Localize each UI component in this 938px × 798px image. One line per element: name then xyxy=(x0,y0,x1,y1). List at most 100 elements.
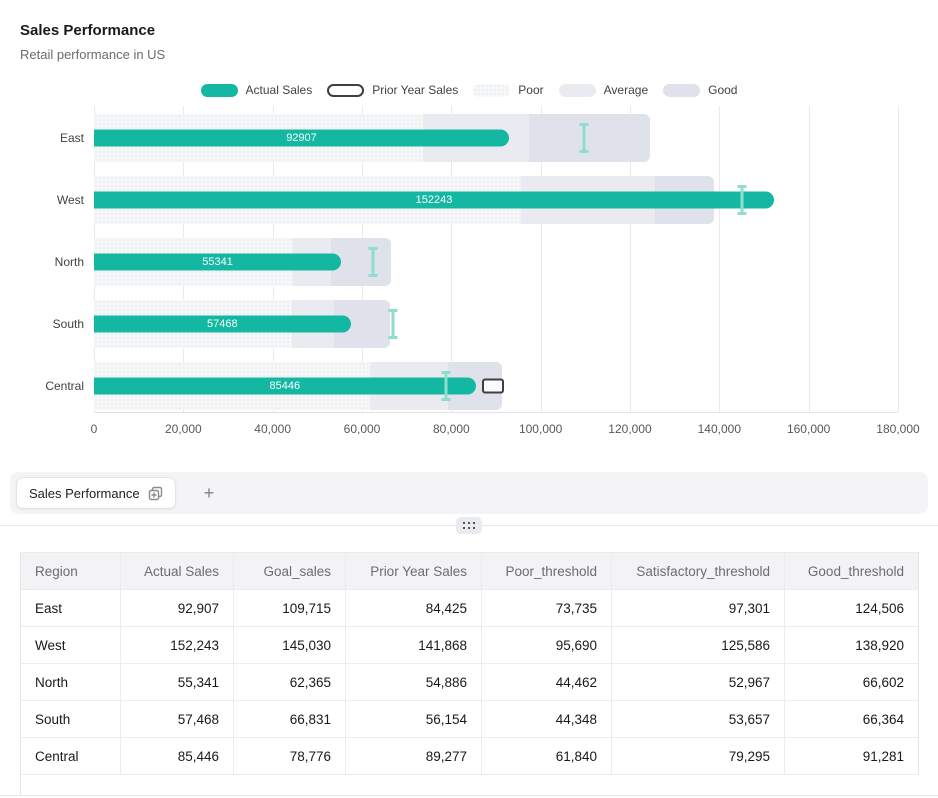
goal-marker-cap xyxy=(441,398,450,401)
table-cell: 79,295 xyxy=(612,738,785,775)
table-cell: 73,735 xyxy=(482,590,612,627)
goal-marker-north[interactable] xyxy=(368,247,377,277)
goal-marker-stem xyxy=(740,187,743,213)
bar-value-label-north: 55341 xyxy=(202,256,233,268)
tab-label: Sales Performance xyxy=(29,486,140,501)
gridline xyxy=(898,106,899,412)
add-sheet-button[interactable]: + xyxy=(192,477,226,509)
table-cell: 78,776 xyxy=(234,738,346,775)
table-row: Central85,44678,77689,27761,84079,29591,… xyxy=(21,738,919,775)
table-header-cell: Goal_sales xyxy=(234,553,346,590)
table-row: East92,907109,71584,42573,73597,301124,5… xyxy=(21,590,919,627)
table-cell: 56,154 xyxy=(346,701,482,738)
bar-value-label-west: 152243 xyxy=(416,194,453,206)
table-header-cell: Good_threshold xyxy=(785,553,919,590)
splitter-drag-handle[interactable] xyxy=(456,517,482,534)
table-cell: 109,715 xyxy=(234,590,346,627)
prior-year-marker-central[interactable] xyxy=(482,379,504,394)
x-tick-label: 140,000 xyxy=(698,422,741,436)
table-cell: 66,831 xyxy=(234,701,346,738)
table-header-cell: Prior Year Sales xyxy=(346,553,482,590)
table-cell: 66,602 xyxy=(785,664,919,701)
table-cell: 85,446 xyxy=(121,738,234,775)
x-tick-label: 0 xyxy=(91,422,98,436)
table-cell: 61,840 xyxy=(482,738,612,775)
x-tick-label: 160,000 xyxy=(787,422,830,436)
sheet-tab-bar: Sales Performance + xyxy=(10,472,928,514)
x-tick-label: 20,000 xyxy=(165,422,202,436)
goal-marker-south[interactable] xyxy=(388,309,397,339)
table-header-cell: Poor_threshold xyxy=(482,553,612,590)
bullet-chart: 0 20,000 40,000 60,000 80,000 100,000 120,000 1… xyxy=(0,0,938,450)
goal-marker-cap xyxy=(737,212,746,215)
category-label-south: South xyxy=(0,317,84,331)
table-cell: 54,886 xyxy=(346,664,482,701)
goal-marker-central[interactable] xyxy=(441,371,450,401)
table-cell: 44,348 xyxy=(482,701,612,738)
table-cell: 152,243 xyxy=(121,627,234,664)
table-cell: South xyxy=(21,701,121,738)
x-axis-line xyxy=(94,412,898,413)
x-tick-label: 120,000 xyxy=(608,422,651,436)
data-table: RegionActual SalesGoal_salesPrior Year S… xyxy=(20,552,919,775)
goal-marker-cap xyxy=(388,336,397,339)
table-cell: 97,301 xyxy=(612,590,785,627)
table-cell: 92,907 xyxy=(121,590,234,627)
goal-marker-stem xyxy=(391,311,394,337)
table-cell: 84,425 xyxy=(346,590,482,627)
bottom-divider xyxy=(0,795,938,796)
table-cell: East xyxy=(21,590,121,627)
bar-value-label-central: 85446 xyxy=(270,380,301,392)
table-cell: 91,281 xyxy=(785,738,919,775)
table-cell: 57,468 xyxy=(121,701,234,738)
goal-marker-stem xyxy=(371,249,374,275)
table-cell: West xyxy=(21,627,121,664)
category-label-west: West xyxy=(0,193,84,207)
goal-marker-stem xyxy=(444,373,447,399)
band-good-east xyxy=(529,114,651,162)
tab-sales-performance[interactable]: Sales Performance xyxy=(16,477,176,509)
table-cell: North xyxy=(21,664,121,701)
x-tick-label: 60,000 xyxy=(344,422,381,436)
gridline xyxy=(809,106,810,412)
table-cell: 89,277 xyxy=(346,738,482,775)
table-row: South57,46866,83156,15444,34853,65766,36… xyxy=(21,701,919,738)
bar-value-label-south: 57468 xyxy=(207,318,238,330)
goal-marker-west[interactable] xyxy=(737,185,746,215)
goal-marker-cap xyxy=(580,150,589,153)
table-cell: 125,586 xyxy=(612,627,785,664)
duplicate-sheet-icon[interactable] xyxy=(148,486,163,501)
grip-dots-icon xyxy=(463,522,475,529)
goal-marker-cap xyxy=(368,274,377,277)
table-header-cell: Satisfactory_threshold xyxy=(612,553,785,590)
category-label-east: East xyxy=(0,131,84,145)
table-partial-row-border xyxy=(20,774,21,795)
table-cell: 141,868 xyxy=(346,627,482,664)
x-tick-label: 80,000 xyxy=(433,422,470,436)
category-label-central: Central xyxy=(0,379,84,393)
goal-marker-east[interactable] xyxy=(580,123,589,153)
x-tick-label: 100,000 xyxy=(519,422,562,436)
goal-marker-stem xyxy=(583,125,586,151)
table-header-cell: Actual Sales xyxy=(121,553,234,590)
table-cell: 138,920 xyxy=(785,627,919,664)
category-label-north: North xyxy=(0,255,84,269)
table-header: RegionActual SalesGoal_salesPrior Year S… xyxy=(21,553,919,590)
x-tick-label: 40,000 xyxy=(254,422,291,436)
table-cell: 44,462 xyxy=(482,664,612,701)
table-cell: 55,341 xyxy=(121,664,234,701)
table-header-cell: Region xyxy=(21,553,121,590)
table-cell: 66,364 xyxy=(785,701,919,738)
table-cell: 53,657 xyxy=(612,701,785,738)
x-tick-label: 180,000 xyxy=(876,422,919,436)
table-cell: 52,967 xyxy=(612,664,785,701)
table-cell: 95,690 xyxy=(482,627,612,664)
table-cell: 62,365 xyxy=(234,664,346,701)
table-cell: Central xyxy=(21,738,121,775)
table-row: West152,243145,030141,86895,690125,58613… xyxy=(21,627,919,664)
table-cell: 124,506 xyxy=(785,590,919,627)
table-row: North55,34162,36554,88644,46252,96766,60… xyxy=(21,664,919,701)
gridline xyxy=(719,106,720,412)
table-cell: 145,030 xyxy=(234,627,346,664)
bar-value-label-east: 92907 xyxy=(286,132,317,144)
